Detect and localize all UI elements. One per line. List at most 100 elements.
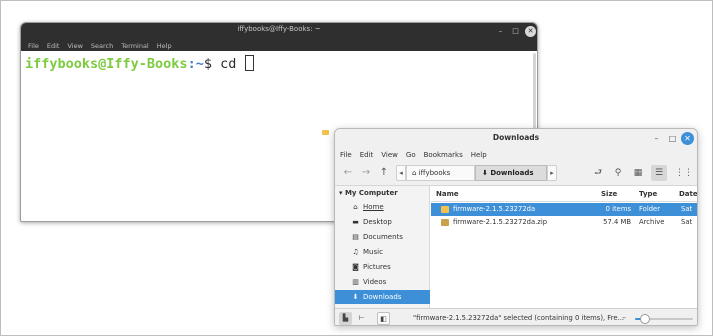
toggle-sidebar-icon[interactable]: ◧ (377, 312, 390, 325)
desktop-icon: ▬ (352, 218, 359, 226)
breadcrumb-home[interactable]: ⌂ iffybooks (406, 165, 475, 181)
terminal-cursor (245, 55, 255, 71)
prompt-command: $ cd (203, 56, 245, 72)
terminal-maximize-button[interactable]: □ (510, 26, 521, 37)
zoom-slider-handle[interactable] (640, 314, 651, 324)
breadcrumb-home-label: iffybooks (418, 169, 451, 177)
terminal-menu-edit[interactable]: Edit (47, 42, 60, 50)
icon-view-icon[interactable]: ▦ (631, 166, 645, 180)
file-row-folder[interactable]: firmware-2.1.5.23272da 0 items Folder Sa… (431, 203, 697, 216)
file-manager-maximize-button[interactable]: □ (667, 133, 678, 144)
prompt-user: iffybooks@Iffy-Books (25, 56, 188, 72)
sidebar-item-label: Desktop (363, 218, 392, 226)
file-manager-toolbar: ← → ↑ ◂ ⌂ iffybooks ⬇ Downloads ▸ ⮐ ⚲ ▦ … (335, 161, 697, 186)
file-size: 57.4 MB (603, 218, 631, 226)
file-date: Sat (681, 218, 693, 226)
column-header-size[interactable]: Size (601, 190, 617, 198)
home-icon: ⌂ (412, 169, 417, 177)
breadcrumb-downloads-label: Downloads (490, 169, 534, 177)
file-manager-body: ▾ My Computer ⌂ Home ▬ Desktop ▤ Documents … (335, 186, 697, 308)
menu-go[interactable]: Go (406, 151, 416, 159)
terminal-menu-help[interactable]: Help (157, 42, 172, 50)
file-manager-titlebar[interactable]: Downloads – □ ✕ (335, 129, 697, 148)
breadcrumb-right-icon[interactable]: ▸ (547, 165, 557, 181)
search-icon[interactable]: ⚲ (611, 166, 625, 180)
file-manager-window[interactable]: Downloads – □ ✕ File Edit View Go Bookma… (334, 128, 698, 326)
forward-arrow-icon[interactable]: → (359, 166, 373, 180)
document-icon: ▤ (352, 233, 359, 241)
toggle-location-icon[interactable]: ⮐ (591, 166, 605, 180)
home-icon: ⌂ (353, 203, 358, 211)
show-places-icon[interactable]: ▙ (339, 312, 352, 325)
column-header-date[interactable]: Date (679, 190, 697, 198)
breadcrumb-downloads[interactable]: ⬇ Downloads (475, 165, 547, 181)
terminal-content[interactable]: iffybooks@Iffy-Books:~$ cd (21, 51, 537, 77)
sidebar-item-label: Home (363, 203, 384, 211)
terminal-titlebar[interactable]: iffybooks@Iffy-Books: ~ – □ ✕ (21, 23, 537, 40)
menu-file[interactable]: File (340, 151, 352, 159)
prompt-path: :~ (187, 56, 204, 72)
sidebar-item-videos[interactable]: ▥ Videos (335, 275, 430, 289)
chevron-down-icon: ▾ (339, 189, 343, 197)
download-icon: ⬇ (482, 169, 488, 177)
menu-bookmarks[interactable]: Bookmarks (424, 151, 463, 159)
sidebar-item-desktop[interactable]: ▬ Desktop (335, 215, 430, 229)
camera-icon: ◙ (352, 263, 359, 271)
sidebar-item-label: Documents (363, 233, 403, 241)
file-list-header: Name Size Type Date (431, 186, 697, 202)
breadcrumb-left-icon[interactable]: ◂ (396, 165, 406, 181)
file-name: firmware-2.1.5.23272da.zip (453, 218, 548, 226)
download-icon: ⬇ (352, 293, 359, 301)
file-manager-minimize-button[interactable]: – (651, 133, 662, 144)
file-manager-title: Downloads (492, 133, 540, 142)
column-header-type[interactable]: Type (639, 190, 657, 198)
menu-help[interactable]: Help (471, 151, 487, 159)
sidebar-item-home[interactable]: ⌂ Home (335, 200, 430, 214)
compact-view-icon[interactable]: ⋮⋮ (675, 166, 693, 180)
sidebar: ▾ My Computer ⌂ Home ▬ Desktop ▤ Documents … (335, 186, 430, 308)
status-text: "firmware-2.1.5.23272da" selected (conta… (413, 314, 625, 322)
sidebar-item-label: Music (363, 248, 383, 256)
folder-icon (441, 206, 449, 213)
sidebar-item-music[interactable]: ♫ Music (335, 245, 430, 259)
file-list: Name Size Type Date firmware-2.1.5.23272… (431, 186, 697, 308)
file-size: 0 items (605, 205, 631, 213)
film-icon: ▥ (352, 278, 359, 286)
terminal-title: iffybooks@Iffy-Books: ~ (237, 25, 321, 33)
drag-folder-icon (322, 130, 329, 135)
file-row-zip[interactable]: firmware-2.1.5.23272da.zip 57.4 MB Archi… (431, 216, 697, 229)
terminal-menu-file[interactable]: File (28, 42, 39, 50)
terminal-minimize-button[interactable]: – (495, 26, 506, 37)
sidebar-item-downloads[interactable]: ⬇ Downloads (335, 290, 430, 304)
file-type: Folder (639, 205, 661, 213)
file-type: Archive (639, 218, 665, 226)
sidebar-item-documents[interactable]: ▤ Documents (335, 230, 430, 244)
sidebar-header-my-computer[interactable]: ▾ My Computer (339, 189, 398, 197)
menu-edit[interactable]: Edit (360, 151, 374, 159)
terminal-menubar: File Edit View Search Terminal Help (21, 40, 537, 51)
back-arrow-icon[interactable]: ← (341, 166, 355, 180)
zoom-out-icon[interactable]: – (622, 313, 626, 322)
sidebar-header-label: My Computer (344, 189, 398, 197)
menu-view[interactable]: View (381, 151, 398, 159)
list-view-icon[interactable]: ☰ (651, 165, 667, 181)
terminal-menu-search[interactable]: Search (91, 42, 113, 50)
zoom-slider[interactable] (635, 314, 693, 324)
show-treeview-icon[interactable]: ⊢ (355, 312, 368, 325)
file-manager-close-button[interactable]: ✕ (681, 132, 694, 145)
archive-icon (441, 219, 449, 226)
up-arrow-icon[interactable]: ↑ (377, 166, 391, 180)
sidebar-item-pictures[interactable]: ◙ Pictures (335, 260, 430, 274)
terminal-close-button[interactable]: ✕ (525, 26, 536, 37)
sidebar-item-label: Pictures (363, 263, 391, 271)
sidebar-item-label: Videos (363, 278, 387, 286)
terminal-menu-view[interactable]: View (67, 42, 82, 50)
file-name: firmware-2.1.5.23272da (453, 205, 536, 213)
column-header-name[interactable]: Name (436, 190, 459, 198)
sidebar-item-label: Downloads (363, 293, 402, 301)
music-icon: ♫ (352, 248, 359, 256)
desktop: iffybooks@Iffy-Books: ~ – □ ✕ File Edit … (0, 0, 713, 336)
file-manager-menubar: File Edit View Go Bookmarks Help (335, 148, 697, 161)
file-date: Sat (681, 205, 693, 213)
terminal-menu-terminal[interactable]: Terminal (121, 42, 148, 50)
